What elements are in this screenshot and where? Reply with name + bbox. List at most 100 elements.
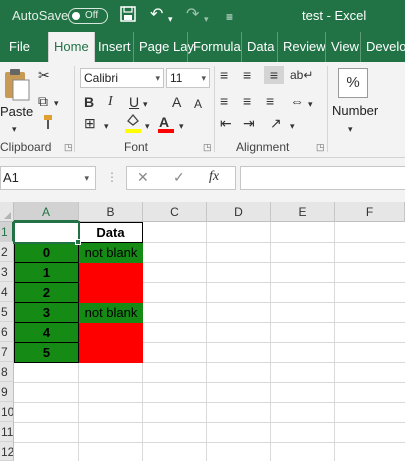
chevron-down-icon: ▾ <box>155 73 160 83</box>
merge-center-icon[interactable]: ⇔ <box>290 92 304 110</box>
cell-b5[interactable]: not blank <box>79 303 143 323</box>
increase-indent-icon[interactable]: ⇥ <box>243 114 255 132</box>
column-header-a[interactable]: A <box>14 202 79 222</box>
bottom-align-icon[interactable]: ≡ <box>264 66 284 84</box>
tab-view[interactable]: View <box>325 32 364 62</box>
font-color-swatch <box>158 129 174 133</box>
number-format-icon[interactable]: % <box>338 68 368 98</box>
orientation-dropdown-icon[interactable]: ▾ <box>290 117 295 135</box>
tab-insert[interactable]: Insert <box>93 32 136 62</box>
chevron-down-icon: ▾ <box>201 73 206 83</box>
insert-function-icon[interactable]: fx <box>209 169 219 185</box>
fill-handle[interactable] <box>75 239 81 245</box>
shrink-font-button[interactable]: A <box>194 95 202 113</box>
cell-a2[interactable]: 0 <box>14 242 79 263</box>
align-right-icon[interactable]: ≡ <box>266 92 274 110</box>
tab-file[interactable]: File <box>4 32 35 62</box>
grow-font-button[interactable]: A <box>172 93 181 111</box>
cell-a1[interactable] <box>14 222 79 243</box>
underline-button[interactable]: U <box>129 93 139 111</box>
customize-quick-access-icon[interactable]: ≡ <box>226 8 233 26</box>
column-header-c[interactable]: C <box>143 202 207 222</box>
row-header-5[interactable]: 5 <box>0 302 14 322</box>
ribbon-home: Paste ▾ ✂ ⧉ ▾ Clipboard ◳ Calibri ▾ 11 ▾… <box>0 62 405 158</box>
font-launcher-icon[interactable]: ◳ <box>203 142 212 153</box>
borders-icon[interactable]: ⊞ <box>84 114 96 132</box>
paste-label[interactable]: Paste <box>0 104 33 119</box>
decrease-indent-icon[interactable]: ⇤ <box>220 114 232 132</box>
copy-icon[interactable]: ⧉ <box>38 92 48 110</box>
row-header-12[interactable]: 12 <box>0 442 14 461</box>
autosave-toggle[interactable]: Off <box>68 8 108 24</box>
font-name-dropdown[interactable]: Calibri ▾ <box>80 68 164 88</box>
tab-formulas[interactable]: Formula <box>187 32 246 62</box>
formula-input[interactable] <box>240 166 405 190</box>
wrap-text-icon[interactable]: ab↵ <box>290 66 313 84</box>
undo-dropdown-icon[interactable]: ▾ <box>168 10 173 28</box>
underline-dropdown-icon[interactable]: ▾ <box>143 95 148 113</box>
fill-color-dropdown-icon[interactable]: ▾ <box>145 117 150 135</box>
column-header-d[interactable]: D <box>207 202 271 222</box>
italic-button[interactable]: I <box>108 93 113 111</box>
cell-a7[interactable]: 5 <box>14 342 79 363</box>
row-header-4[interactable]: 4 <box>0 282 14 302</box>
undo-icon[interactable]: ↶ <box>150 6 163 24</box>
alignment-launcher-icon[interactable]: ◳ <box>316 142 325 153</box>
clipboard-launcher-icon[interactable]: ◳ <box>64 142 73 153</box>
tab-review[interactable]: Review <box>277 32 331 62</box>
select-all-button[interactable] <box>0 202 14 222</box>
paste-icon[interactable] <box>2 68 32 106</box>
cell-a4[interactable]: 2 <box>14 282 79 303</box>
tab-developer[interactable]: Develop <box>360 32 405 62</box>
enter-icon[interactable]: ✓ <box>173 169 185 186</box>
formula-bar-resize-icon[interactable]: ⋮ <box>106 170 118 184</box>
formula-bar: A1 ▾ ⋮ ✕ ✓ fx <box>0 158 405 202</box>
cell-b2[interactable]: not blank <box>79 243 143 263</box>
redo-icon[interactable]: ↷ <box>186 6 199 24</box>
cell-a3[interactable]: 1 <box>14 262 79 283</box>
ribbon-tabs: File Home Insert Page Lay Formula Data R… <box>0 32 405 62</box>
cell-b3-b4[interactable] <box>79 263 143 303</box>
cell-b1[interactable]: Data <box>78 222 143 243</box>
borders-dropdown-icon[interactable]: ▾ <box>104 117 109 135</box>
row-header-6[interactable]: 6 <box>0 322 14 342</box>
cell-a5[interactable]: 3 <box>14 302 79 323</box>
font-group-label: Font <box>124 140 149 154</box>
row-header-11[interactable]: 11 <box>0 422 14 442</box>
middle-align-icon[interactable]: ≡ <box>243 66 251 84</box>
top-align-icon[interactable]: ≡ <box>220 66 228 84</box>
row-header-3[interactable]: 3 <box>0 262 14 282</box>
chevron-down-icon: ▾ <box>84 173 89 183</box>
row-header-2[interactable]: 2 <box>0 242 14 262</box>
percent-symbol: % <box>346 74 360 91</box>
row-header-9[interactable]: 9 <box>0 382 14 402</box>
column-header-e[interactable]: E <box>271 202 335 222</box>
bold-button[interactable]: B <box>84 93 94 111</box>
number-dropdown-icon[interactable]: ▾ <box>348 120 353 138</box>
name-box[interactable]: A1 ▾ <box>0 166 96 190</box>
cell-a6[interactable]: 4 <box>14 322 79 343</box>
paste-dropdown-icon[interactable]: ▾ <box>12 120 17 138</box>
column-header-b[interactable]: B <box>79 202 143 222</box>
copy-dropdown-icon[interactable]: ▾ <box>54 94 59 112</box>
row-header-8[interactable]: 8 <box>0 362 14 382</box>
cell-b6-b7[interactable] <box>79 323 143 363</box>
align-center-icon[interactable]: ≡ <box>243 92 251 110</box>
redo-dropdown-icon[interactable]: ▾ <box>204 10 209 28</box>
tab-home[interactable]: Home <box>48 32 95 62</box>
font-color-dropdown-icon[interactable]: ▾ <box>179 117 184 135</box>
column-header-f[interactable]: F <box>335 202 405 222</box>
number-button-label[interactable]: Number <box>332 103 378 118</box>
merge-dropdown-icon[interactable]: ▾ <box>308 95 313 113</box>
row-header-7[interactable]: 7 <box>0 342 14 362</box>
cancel-icon[interactable]: ✕ <box>137 169 149 186</box>
cut-icon[interactable]: ✂ <box>38 66 50 84</box>
orientation-icon[interactable]: ↗ <box>270 114 282 132</box>
save-icon[interactable] <box>120 6 136 27</box>
row-header-10[interactable]: 10 <box>0 402 14 422</box>
tab-data[interactable]: Data <box>241 32 279 62</box>
row-header-1[interactable]: 1 <box>0 222 14 242</box>
align-left-icon[interactable]: ≡ <box>220 92 228 110</box>
font-size-dropdown[interactable]: 11 ▾ <box>166 68 210 88</box>
format-painter-icon[interactable] <box>38 114 54 134</box>
